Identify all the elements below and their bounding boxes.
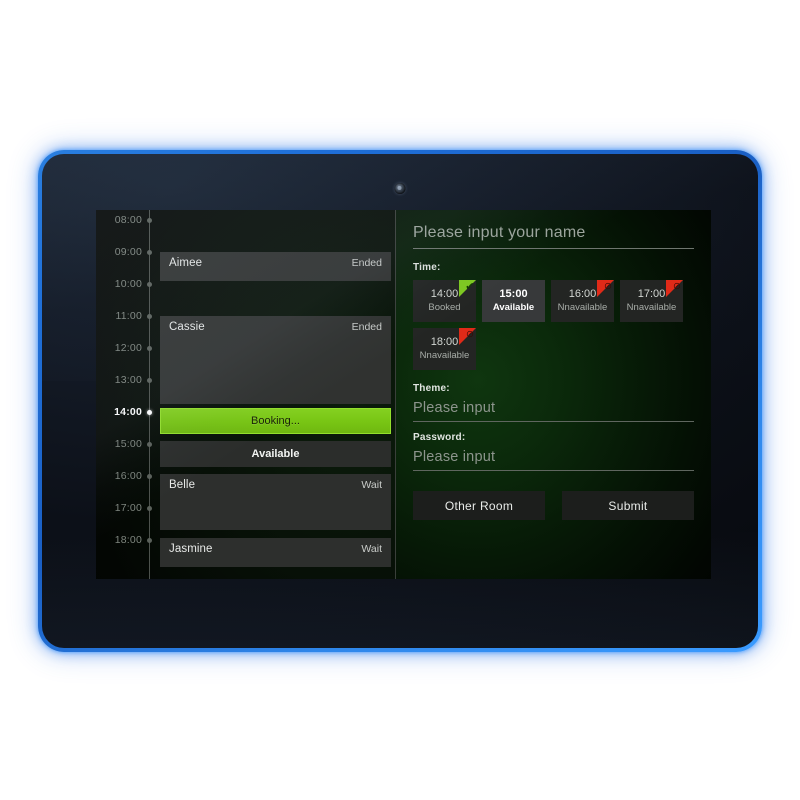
timeline-tick-1400 xyxy=(147,410,152,415)
no-entry-icon: ⊘ xyxy=(604,281,612,292)
time-slot-1800[interactable]: ⊘ 18:00 Nnavailable xyxy=(413,328,476,370)
timeline-tick-1600 xyxy=(147,474,152,479)
slot-status: Available xyxy=(492,302,535,314)
event-list: Aimee Ended Cassie Ended Booking... Available… xyxy=(160,210,391,579)
slot-hour: 16:00 xyxy=(568,288,597,301)
slot-hour: 18:00 xyxy=(430,336,459,349)
slot-status: Booked xyxy=(428,302,461,314)
form-actions: Other Room Submit xyxy=(413,491,694,520)
time-label-1400: 14:00 xyxy=(114,406,142,418)
timeline-tick-1700 xyxy=(147,506,152,511)
time-slot-1400[interactable]: ✔ 14:00 Booked xyxy=(413,280,476,322)
timeline-tick-1100 xyxy=(147,314,152,319)
schedule-event-belle[interactable]: Belle Wait xyxy=(160,474,391,530)
password-input-underline xyxy=(413,470,694,471)
schedule-panel: 08:00 09:00 10:00 11:00 12:00 13:00 14:00 15:00… xyxy=(96,210,396,579)
slot-hour: 15:00 xyxy=(499,288,528,301)
tablet-device: 08:00 09:00 10:00 11:00 12:00 13:00 14:00 15:00… xyxy=(38,150,762,652)
timeline-tick-1300 xyxy=(147,378,152,383)
slot-status: Nnavailable xyxy=(557,302,608,314)
time-label-1600: 16:00 xyxy=(114,470,142,482)
tablet-screen: 08:00 09:00 10:00 11:00 12:00 13:00 14:00 15:00… xyxy=(96,210,711,579)
event-status: Ended xyxy=(351,321,382,333)
time-slot-grid: ✔ 14:00 Booked 15:00 Available ⊘ 16:00 Nnavaila… xyxy=(413,280,694,370)
schedule-event-booking[interactable]: Booking... xyxy=(160,408,391,434)
booking-form-panel: Please input your name Time: ✔ 14:00 Booke… xyxy=(396,210,711,579)
screenshot-root: 08:00 09:00 10:00 11:00 12:00 13:00 14:00 15:00… xyxy=(0,0,800,800)
camera-lens-icon xyxy=(394,183,406,194)
tablet-bezel: 08:00 09:00 10:00 11:00 12:00 13:00 14:00 15:00… xyxy=(42,154,758,648)
schedule-event-available[interactable]: Available xyxy=(160,441,391,467)
name-input[interactable]: Please input your name xyxy=(413,224,694,248)
time-label-1200: 12:00 xyxy=(114,342,142,354)
schedule-event-cassie[interactable]: Cassie Ended xyxy=(160,316,391,404)
time-label-1700: 17:00 xyxy=(114,502,142,514)
password-input[interactable]: Please input xyxy=(413,449,694,470)
time-gutter: 08:00 09:00 10:00 11:00 12:00 13:00 14:00 15:00… xyxy=(96,210,149,579)
time-section-label: Time: xyxy=(413,262,441,273)
time-slot-1500[interactable]: 15:00 Available xyxy=(482,280,545,322)
name-input-underline xyxy=(413,248,694,249)
event-status: Available xyxy=(251,448,300,460)
timeline-tick-1800 xyxy=(147,538,152,543)
timeline-axis xyxy=(149,210,150,579)
time-label-1300: 13:00 xyxy=(114,374,142,386)
theme-field: Theme: Please input xyxy=(413,383,694,422)
theme-label: Theme: xyxy=(413,383,450,394)
theme-input-underline xyxy=(413,421,694,422)
slot-hour: 14:00 xyxy=(430,288,459,301)
time-slot-1700[interactable]: ⊘ 17:00 Nnavailable xyxy=(620,280,683,322)
password-label: Password: xyxy=(413,432,466,443)
timeline-tick-1200 xyxy=(147,346,152,351)
time-label-1000: 10:00 xyxy=(114,278,142,290)
slot-status: Nnavailable xyxy=(419,350,470,362)
event-name: Jasmine xyxy=(169,543,213,555)
time-label-1100: 11:00 xyxy=(115,310,142,322)
password-field: Password: Please input xyxy=(413,432,694,471)
event-name: Aimee xyxy=(169,257,203,269)
event-status: Wait xyxy=(361,543,382,555)
timeline-tick-1000 xyxy=(147,282,152,287)
time-label-0800: 08:00 xyxy=(114,214,142,226)
schedule-event-jasmine[interactable]: Jasmine Wait xyxy=(160,538,391,567)
theme-input[interactable]: Please input xyxy=(413,400,694,421)
timeline-tick-0900 xyxy=(147,250,152,255)
time-label-1800: 18:00 xyxy=(114,534,142,546)
event-status: Booking... xyxy=(251,415,300,427)
submit-button[interactable]: Submit xyxy=(562,491,694,520)
time-label-1500: 15:00 xyxy=(114,438,142,450)
time-slot-1600[interactable]: ⊘ 16:00 Nnavailable xyxy=(551,280,614,322)
timeline-tick-1500 xyxy=(147,442,152,447)
event-status: Wait xyxy=(361,479,382,491)
no-entry-icon: ⊘ xyxy=(466,329,474,340)
event-status: Ended xyxy=(351,257,382,269)
timeline-tick-0800 xyxy=(147,218,152,223)
event-name: Belle xyxy=(169,479,196,491)
slot-hour: 17:00 xyxy=(637,288,666,301)
slot-status: Nnavailable xyxy=(626,302,677,314)
other-room-button[interactable]: Other Room xyxy=(413,491,545,520)
check-icon: ✔ xyxy=(465,280,475,293)
time-label-0900: 09:00 xyxy=(114,246,142,258)
event-name: Cassie xyxy=(169,321,205,333)
no-entry-icon: ⊘ xyxy=(673,281,681,292)
schedule-event-aimee[interactable]: Aimee Ended xyxy=(160,252,391,281)
